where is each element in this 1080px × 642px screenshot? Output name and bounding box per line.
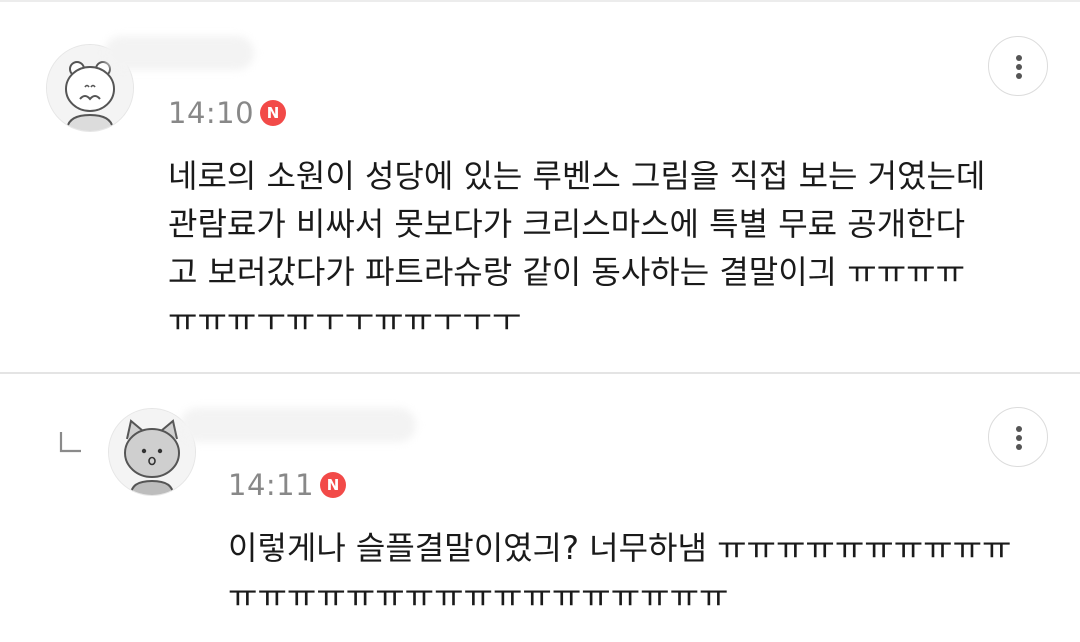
reply-indicator-icon: [58, 430, 82, 454]
comment-time: 14:10: [168, 96, 255, 130]
comment-thread: 14:10 N 네로의 소원이 성당에 있는 루벤스 그림을 직접 보는 거였는…: [0, 0, 1080, 642]
reply-item: 14:11 N 이렇게나 슬플결말이였긔? 너무하냄 ㅠㅠㅠㅠㅠㅠㅠㅠㅠㅠ ㅠㅠ…: [0, 374, 1080, 642]
comment-line: ㅠㅠㅠㅠㅠㅠㅠㅠㅠㅠㅠㅠㅠㅠㅠㅠㅠ: [228, 577, 729, 615]
author-name-redacted: [104, 36, 254, 70]
comment-time: 14:11: [228, 468, 315, 502]
comment-meta: 14:10 N: [168, 96, 287, 130]
comment-line: 이렇게나 슬플결말이였긔? 너무하냄 ㅠㅠㅠㅠㅠㅠㅠㅠㅠㅠ: [228, 529, 1012, 567]
comment-line: 고 보러갔다가 파트라슈랑 같이 동사하는 결말이긔 ㅠㅠㅠㅠ: [168, 253, 966, 291]
comment-line: 네로의 소원이 성당에 있는 루벤스 그림을 직접 보는 거였는데: [168, 157, 986, 195]
comment-body: 이렇게나 슬플결말이였긔? 너무하냄 ㅠㅠㅠㅠㅠㅠㅠㅠㅠㅠ ㅠㅠㅠㅠㅠㅠㅠㅠㅠㅠ…: [228, 524, 1048, 620]
more-options-button[interactable]: [988, 36, 1048, 96]
comment-body: 네로의 소원이 성당에 있는 루벤스 그림을 직접 보는 거였는데 관람료가 비…: [168, 152, 1048, 344]
more-options-button[interactable]: [988, 407, 1048, 467]
new-badge: N: [320, 472, 347, 498]
author-name-redacted: [180, 408, 416, 442]
comment-meta: 14:11 N: [228, 468, 347, 502]
comment-line: ㅠㅠㅠㅜㅠㅜㅜㅠㅠㅜㅜㅜ: [168, 301, 522, 339]
new-badge: N: [260, 100, 287, 126]
more-vertical-icon: [1016, 55, 1022, 79]
comment-line: 관람료가 비싸서 못보다가 크리스마스에 특별 무료 공개한다: [168, 205, 966, 243]
more-vertical-icon: [1016, 426, 1022, 450]
comment-item: 14:10 N 네로의 소원이 성당에 있는 루벤스 그림을 직접 보는 거였는…: [0, 0, 1080, 372]
